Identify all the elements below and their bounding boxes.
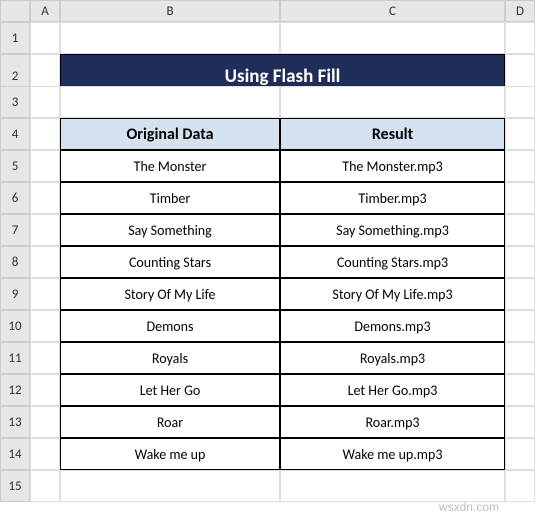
cell-a14[interactable] bbox=[30, 438, 60, 470]
cell-a12[interactable] bbox=[30, 374, 60, 406]
table-row[interactable]: Counting Stars.mp3 bbox=[280, 246, 505, 278]
row-header-11[interactable]: 11 bbox=[0, 342, 30, 374]
watermark: wsxdn.com bbox=[439, 500, 499, 514]
table-row[interactable]: Let Her Go bbox=[60, 374, 280, 406]
cell-c15[interactable] bbox=[280, 470, 505, 502]
row-header-8[interactable]: 8 bbox=[0, 246, 30, 278]
cell-c1[interactable] bbox=[280, 22, 505, 54]
col-header-c[interactable]: C bbox=[280, 0, 505, 22]
table-header-original[interactable]: Original Data bbox=[60, 118, 280, 150]
row-header-13[interactable]: 13 bbox=[0, 406, 30, 438]
table-row[interactable]: Counting Stars bbox=[60, 246, 280, 278]
cell-a1[interactable] bbox=[30, 22, 60, 54]
cell-b15[interactable] bbox=[60, 470, 280, 502]
cell-a8[interactable] bbox=[30, 246, 60, 278]
table-header-result[interactable]: Result bbox=[280, 118, 505, 150]
row-header-1[interactable]: 1 bbox=[0, 22, 30, 54]
table-row[interactable]: Royals bbox=[60, 342, 280, 374]
cell-a15[interactable] bbox=[30, 470, 60, 502]
cell-d9[interactable] bbox=[505, 278, 535, 310]
row-header-12[interactable]: 12 bbox=[0, 374, 30, 406]
table-row[interactable]: Story Of My Life.mp3 bbox=[280, 278, 505, 310]
cell-d10[interactable] bbox=[505, 310, 535, 342]
cell-d15[interactable] bbox=[505, 470, 535, 502]
table-row[interactable]: The Monster.mp3 bbox=[280, 150, 505, 182]
cell-d7[interactable] bbox=[505, 214, 535, 246]
cell-d8[interactable] bbox=[505, 246, 535, 278]
row-header-6[interactable]: 6 bbox=[0, 182, 30, 214]
cell-a13[interactable] bbox=[30, 406, 60, 438]
table-row[interactable]: Say Something bbox=[60, 214, 280, 246]
table-row[interactable]: Royals.mp3 bbox=[280, 342, 505, 374]
table-row[interactable]: Timber bbox=[60, 182, 280, 214]
col-header-a[interactable]: A bbox=[30, 0, 60, 22]
table-row[interactable]: The Monster bbox=[60, 150, 280, 182]
table-row[interactable]: Story Of My Life bbox=[60, 278, 280, 310]
cell-a4[interactable] bbox=[30, 118, 60, 150]
row-header-7[interactable]: 7 bbox=[0, 214, 30, 246]
cell-d3[interactable] bbox=[505, 86, 535, 118]
table-row[interactable]: Demons bbox=[60, 310, 280, 342]
cell-a5[interactable] bbox=[30, 150, 60, 182]
row-header-5[interactable]: 5 bbox=[0, 150, 30, 182]
row-header-4[interactable]: 4 bbox=[0, 118, 30, 150]
cell-d5[interactable] bbox=[505, 150, 535, 182]
table-row[interactable]: Roar.mp3 bbox=[280, 406, 505, 438]
col-header-b[interactable]: B bbox=[60, 0, 280, 22]
cell-d12[interactable] bbox=[505, 374, 535, 406]
cell-b1[interactable] bbox=[60, 22, 280, 54]
table-row[interactable]: Demons.mp3 bbox=[280, 310, 505, 342]
table-row[interactable]: Roar bbox=[60, 406, 280, 438]
cell-d13[interactable] bbox=[505, 406, 535, 438]
cell-d14[interactable] bbox=[505, 438, 535, 470]
cell-a9[interactable] bbox=[30, 278, 60, 310]
table-row[interactable]: Wake me up bbox=[60, 438, 280, 470]
row-header-9[interactable]: 9 bbox=[0, 278, 30, 310]
table-row[interactable]: Say Something.mp3 bbox=[280, 214, 505, 246]
cell-a6[interactable] bbox=[30, 182, 60, 214]
row-header-3[interactable]: 3 bbox=[0, 86, 30, 118]
col-header-d[interactable]: D bbox=[505, 0, 535, 22]
cell-a10[interactable] bbox=[30, 310, 60, 342]
row-header-14[interactable]: 14 bbox=[0, 438, 30, 470]
cell-a3[interactable] bbox=[30, 86, 60, 118]
cell-d11[interactable] bbox=[505, 342, 535, 374]
cell-b3[interactable] bbox=[60, 86, 280, 118]
table-row[interactable]: Wake me up.mp3 bbox=[280, 438, 505, 470]
row-header-15[interactable]: 15 bbox=[0, 470, 30, 502]
select-all-corner[interactable] bbox=[0, 0, 30, 22]
cell-a7[interactable] bbox=[30, 214, 60, 246]
cell-d6[interactable] bbox=[505, 182, 535, 214]
row-header-10[interactable]: 10 bbox=[0, 310, 30, 342]
cell-d1[interactable] bbox=[505, 22, 535, 54]
cell-c3[interactable] bbox=[280, 86, 505, 118]
table-row[interactable]: Let Her Go.mp3 bbox=[280, 374, 505, 406]
cell-d4[interactable] bbox=[505, 118, 535, 150]
spreadsheet-grid[interactable]: A B C D 1 2 Using Flash Fill 3 4 Origina… bbox=[0, 0, 559, 502]
table-row[interactable]: Timber.mp3 bbox=[280, 182, 505, 214]
cell-a11[interactable] bbox=[30, 342, 60, 374]
